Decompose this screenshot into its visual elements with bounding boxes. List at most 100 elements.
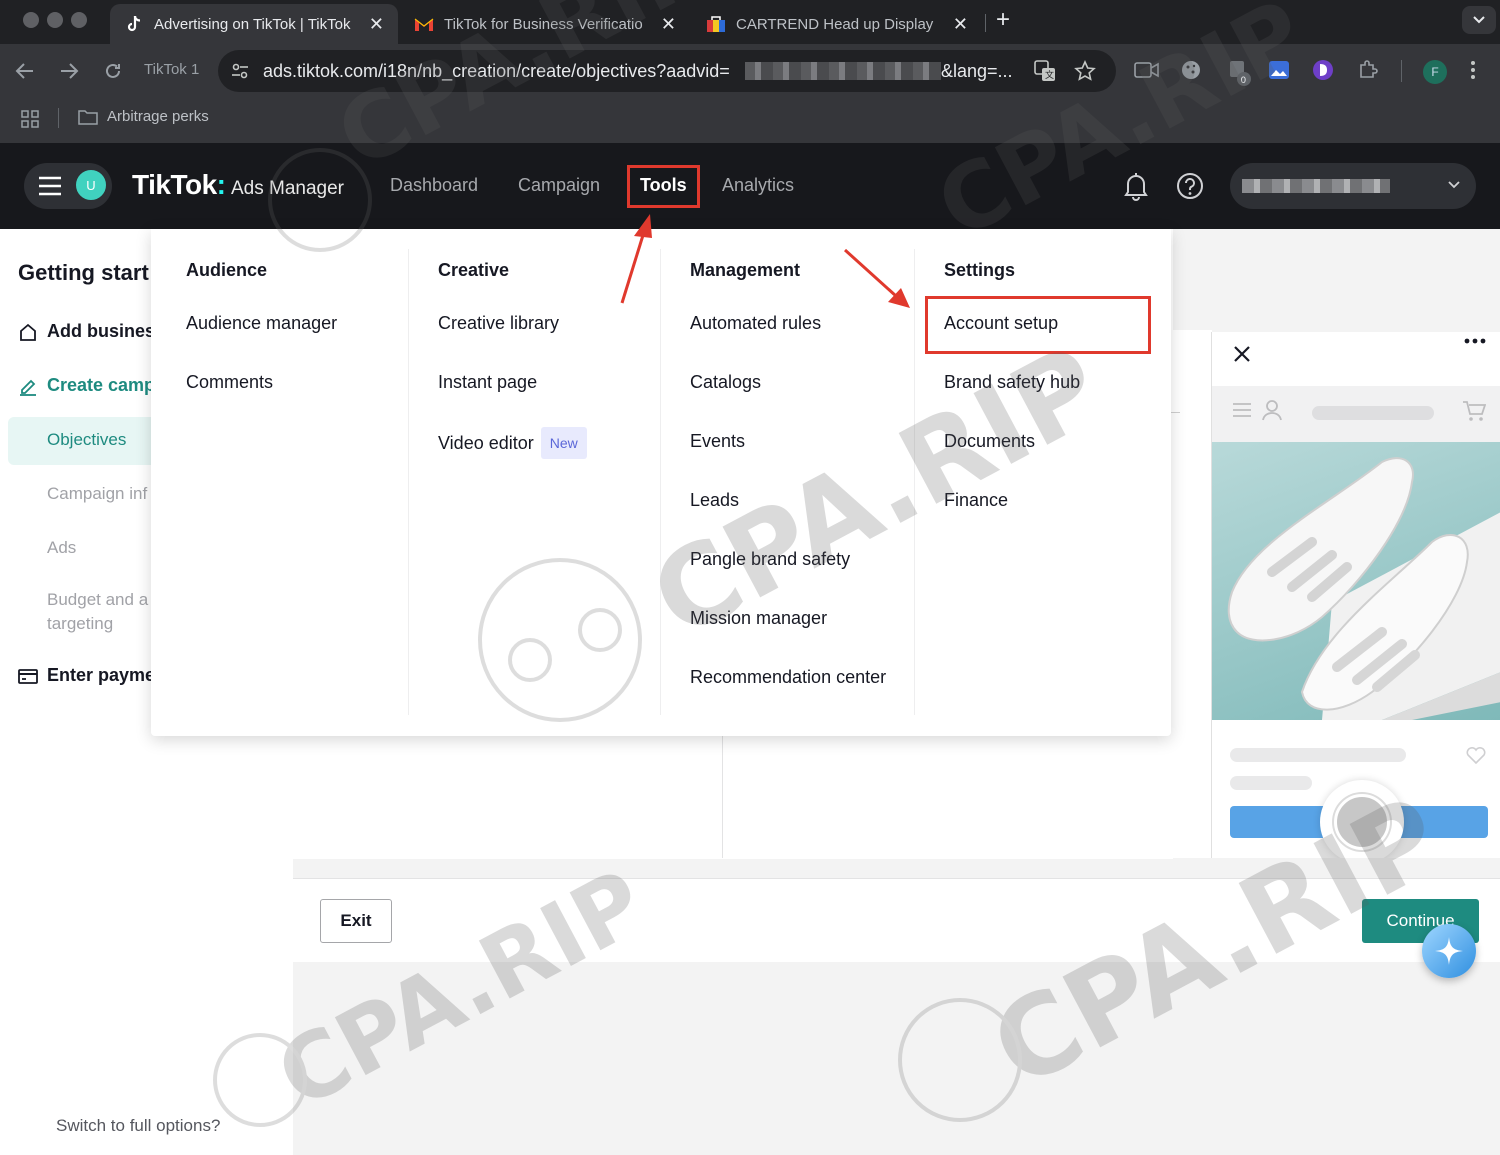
menu-item-brand-safety-hub[interactable]: Brand safety hub [944, 372, 1080, 393]
step-label: Add business [47, 321, 166, 341]
new-tab-icon[interactable]: + [996, 6, 1010, 34]
bookmark-star-icon[interactable] [1074, 60, 1096, 82]
phone-ad-preview [1211, 332, 1500, 858]
help-question-icon[interactable] [1176, 172, 1204, 200]
menu-heading-settings: Settings [944, 260, 1016, 280]
brand-logo-dot: : [216, 169, 226, 200]
tab-search-chevron-icon[interactable] [1462, 6, 1496, 34]
nav-analytics[interactable]: Analytics [722, 175, 794, 196]
brand-logo-text: TikTok [132, 169, 217, 200]
substep-campaign-info[interactable]: Campaign inf [47, 484, 147, 504]
window-maximize-dot[interactable] [71, 12, 87, 28]
tab-title: TikTok for Business Verificatio [444, 15, 643, 33]
site-settings-icon[interactable] [230, 61, 250, 81]
apps-grid-icon[interactable] [21, 110, 39, 128]
menu-item-automated-rules[interactable]: Automated rules [690, 313, 821, 334]
step-add-business[interactable]: Add business [18, 321, 165, 342]
reload-icon[interactable] [100, 58, 126, 84]
tab-close-icon[interactable]: ✕ [661, 14, 676, 35]
tiktok-ads-manager-logo[interactable]: TikTok : Ads Manager [132, 169, 344, 201]
menu-item-audience-manager[interactable]: Audience manager [186, 313, 337, 334]
skeleton-line [1230, 776, 1312, 790]
notification-bell-icon[interactable] [1122, 171, 1150, 201]
menu-heading-creative: Creative [438, 260, 510, 280]
window-close-dot[interactable] [23, 12, 39, 28]
forward-arrow-icon[interactable] [56, 58, 82, 84]
toolbar-separator [1401, 60, 1402, 82]
menu-item-catalogs[interactable]: Catalogs [690, 372, 761, 393]
menu-item-finance[interactable]: Finance [944, 490, 1008, 511]
menu-item-instant-page[interactable]: Instant page [438, 372, 537, 393]
sparkle-icon [1434, 936, 1464, 966]
purple-extension-icon[interactable] [1312, 59, 1336, 83]
bookmark-folder[interactable]: Arbitrage perks [78, 108, 209, 125]
browser-tab-gmail[interactable]: TikTok for Business Verificatio ✕ [400, 4, 690, 44]
cookie-extension-icon[interactable] [1180, 59, 1204, 83]
browser-tab-tiktok[interactable]: Advertising on TikTok | TikTok ✕ [110, 4, 398, 44]
profile-chip[interactable]: TikTok 1 [144, 61, 199, 78]
menu-item-events[interactable]: Events [690, 431, 745, 452]
skeleton-line [1312, 406, 1434, 420]
menu-item-creative-library[interactable]: Creative library [438, 313, 559, 334]
tab-close-icon[interactable]: ✕ [953, 14, 968, 35]
browser-tab-cartrend[interactable]: CARTREND Head up Display ✕ [692, 4, 982, 44]
nav-tools[interactable]: Tools [640, 175, 687, 196]
credit-card-icon [18, 666, 38, 686]
browser-tab-bar: Advertising on TikTok | TikTok ✕ TikTok … [0, 0, 1500, 44]
substep-objectives[interactable]: Objectives [47, 430, 126, 450]
substep-budget[interactable]: Budget and a [47, 590, 148, 610]
menu-item-documents[interactable]: Documents [944, 431, 1035, 452]
nav-campaign[interactable]: Campaign [518, 175, 600, 196]
heart-icon[interactable] [1466, 746, 1486, 764]
substep-ads[interactable]: Ads [47, 538, 76, 558]
ads-manager-header: U TikTok : Ads Manager Dashboard Campaig… [0, 143, 1500, 229]
substep-budget-line2: targeting [47, 614, 114, 633]
step-label: Create camp [47, 375, 156, 395]
tab-separator [985, 14, 986, 32]
account-switcher[interactable] [1230, 163, 1476, 209]
puzzle-extensions-icon[interactable] [1357, 59, 1381, 83]
close-icon[interactable] [1232, 344, 1252, 364]
menu-item-account-setup[interactable]: Account setup [944, 313, 1058, 334]
column-divider [914, 249, 915, 715]
product-image-sneakers [1212, 442, 1500, 720]
preview-store-header [1212, 386, 1500, 442]
window-minimize-dot[interactable] [47, 12, 63, 28]
tools-dropdown-menu: Audience Audience manager Comments Creat… [151, 229, 1171, 736]
shop-icon [706, 14, 726, 34]
counter-extension-icon[interactable]: 0 [1228, 59, 1252, 86]
step-label: Enter payme [47, 665, 156, 685]
browser-toolbar: TikTok 1 ads.tiktok.com/i18n/nb_creation… [0, 44, 1500, 98]
assistant-fab[interactable] [1422, 924, 1476, 978]
exit-button[interactable]: Exit [320, 899, 392, 943]
more-options-icon[interactable] [1464, 338, 1486, 344]
kebab-menu-icon[interactable] [1470, 60, 1486, 80]
translate-icon[interactable]: 文 [1034, 60, 1056, 82]
profile-avatar[interactable]: F [1423, 60, 1447, 84]
menu-item-pangle-brand-safety[interactable]: Pangle brand safety [690, 549, 850, 570]
hamburger-icon [38, 176, 62, 196]
tab-title: CARTREND Head up Display [736, 15, 934, 33]
switch-to-full-options-link[interactable]: Switch to full options? [56, 1116, 220, 1136]
back-arrow-icon[interactable] [12, 58, 38, 84]
step-create-campaign[interactable]: Create camp [18, 375, 155, 396]
step-enter-payment[interactable]: Enter payme [18, 665, 155, 686]
menu-item-comments[interactable]: Comments [186, 372, 273, 393]
address-bar[interactable]: ads.tiktok.com/i18n/nb_creation/create/o… [218, 50, 1116, 92]
menu-item-recommendation-center[interactable]: Recommendation center [690, 667, 886, 688]
menu-item-leads[interactable]: Leads [690, 490, 739, 511]
avatar[interactable]: U [74, 168, 108, 202]
tab-close-icon[interactable]: ✕ [369, 14, 384, 35]
preview-record-button [1320, 780, 1404, 858]
menu-item-mission-manager[interactable]: Mission manager [690, 608, 827, 629]
new-badge: New [540, 427, 587, 459]
bookmarks-bar: Arbitrage perks [0, 98, 1500, 143]
url-redacted [745, 62, 941, 80]
main-menu-toggle[interactable]: U [24, 163, 112, 209]
nav-dashboard[interactable]: Dashboard [390, 175, 478, 196]
video-camera-extension-icon[interactable] [1134, 59, 1159, 83]
menu-item-video-editor[interactable]: Video editor New [438, 427, 587, 459]
image-extension-icon[interactable] [1268, 59, 1292, 83]
url-text-tail: &lang=... [941, 61, 1013, 81]
shopping-cart-icon [1462, 400, 1486, 422]
